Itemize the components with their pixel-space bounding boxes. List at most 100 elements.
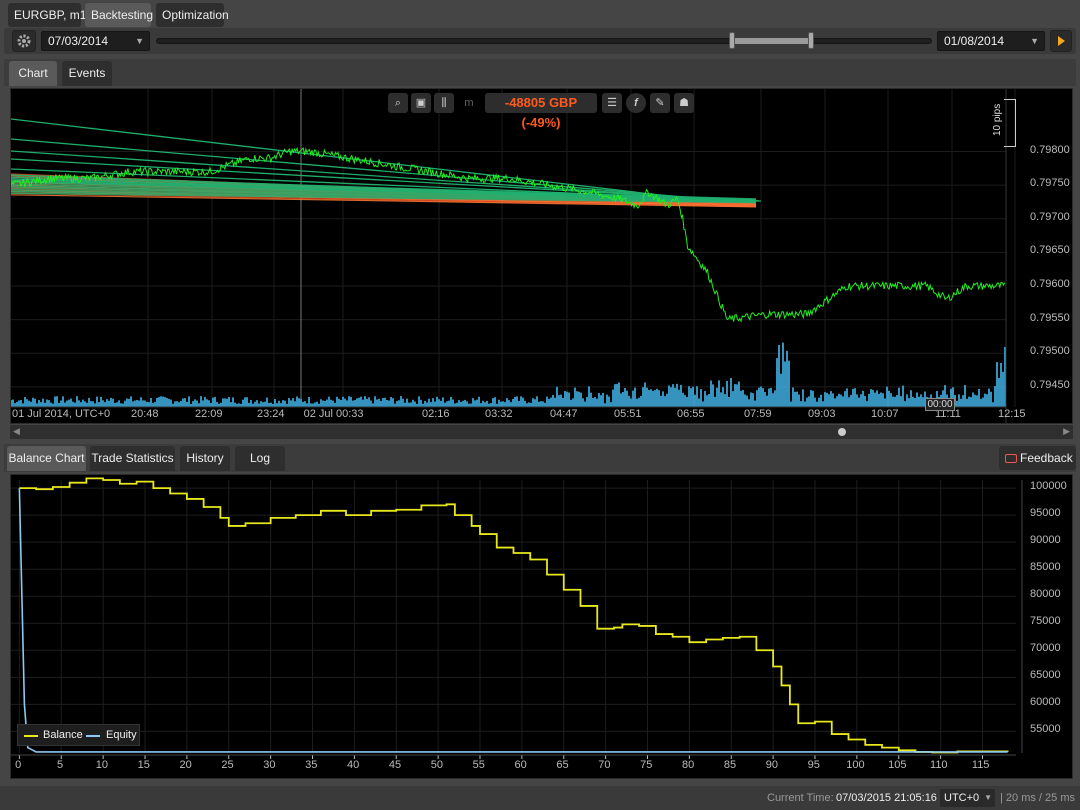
play-button[interactable]	[1050, 30, 1072, 52]
balance-xtick: 20	[179, 759, 192, 771]
balance-xtick: 90	[765, 759, 778, 771]
balance-xtick: 0	[15, 759, 22, 771]
tab-history[interactable]: History	[180, 446, 230, 471]
tab-eurgbp-m1[interactable]: EURGBP, m1	[8, 3, 86, 27]
price-xtick: 05:51	[614, 408, 642, 420]
balance-ytick: 60000	[1030, 696, 1061, 709]
price-xtick: 12:15	[998, 408, 1026, 420]
price-chart-svg[interactable]	[11, 89, 1072, 423]
balance-ytick: 70000	[1030, 642, 1061, 655]
range-handle-right[interactable]	[808, 32, 814, 49]
balance-chart-svg[interactable]	[11, 475, 1072, 778]
timing-text: | 20 ms / 25 ms	[1000, 792, 1075, 804]
balance-xtick: 45	[388, 759, 402, 771]
chart-type-button[interactable]: ⫼	[434, 93, 454, 113]
balance-xtick: 15	[137, 759, 150, 771]
scroll-left-icon[interactable]: ◀	[13, 426, 20, 437]
price-xtick: 09:03	[808, 408, 836, 420]
price-ytick: 0.79550	[1030, 311, 1070, 324]
scroll-right-icon[interactable]: ▶	[1063, 426, 1070, 437]
balance-xtick: 70	[598, 759, 611, 771]
tab-events[interactable]: Events	[62, 61, 112, 86]
balance-xtick: 105	[888, 759, 907, 771]
series-equity	[18, 488, 1008, 753]
zoom-button[interactable]: ⌕	[388, 93, 408, 113]
tab-log[interactable]: Log	[235, 446, 285, 471]
candlestick-icon: ⫼	[441, 97, 447, 109]
legend-equity-swatch	[86, 735, 100, 737]
tab-optimization[interactable]: Optimization	[156, 3, 229, 27]
chevron-down-icon: ▼	[135, 36, 144, 46]
price-xtick: 02:16	[422, 408, 450, 420]
price-xtick: 04:47	[550, 408, 578, 420]
balance-chart-panel[interactable]	[10, 474, 1073, 779]
list-icon: ☰	[607, 97, 617, 109]
balance-ytick: 55000	[1030, 723, 1061, 736]
drawing-button[interactable]: ✎	[650, 93, 670, 113]
balance-xtick: 110	[930, 759, 948, 771]
balance-ytick: 65000	[1030, 669, 1061, 682]
price-xtick: 01 Jul 2014, UTC+0	[12, 408, 111, 420]
balance-xtick: 5	[57, 759, 64, 771]
price-ytick: 0.79750	[1030, 177, 1070, 190]
current-time-value: 07/03/2015 21:05:16	[836, 792, 937, 804]
legend-balance-swatch	[24, 735, 38, 737]
feedback-button[interactable]: Feedback	[999, 446, 1076, 470]
period-icon: m	[464, 97, 474, 109]
start-date-select[interactable]: 07/03/2014 ▼	[41, 31, 150, 51]
price-ytick: 0.79450	[1030, 378, 1070, 391]
magnifier-icon: ⌕	[394, 97, 402, 109]
price-xtick: 20:48	[131, 408, 159, 420]
balance-legend: Balance Equity	[17, 724, 140, 746]
balance-xtick: 100	[846, 759, 865, 771]
range-handle-left[interactable]	[729, 32, 735, 49]
pips-label: 10 pips	[992, 103, 1003, 136]
balance-xtick: 35	[305, 759, 318, 771]
balance-xtick: 30	[263, 759, 276, 771]
balance-xtick: 95	[807, 759, 820, 771]
price-xtick: 23:24	[257, 408, 285, 420]
balance-xtick: 25	[221, 759, 234, 771]
robot-button[interactable]: ☗	[674, 93, 694, 113]
price-xtick: 22:09	[195, 408, 223, 420]
balance-xtick: 115	[971, 759, 990, 771]
price-chart-panel[interactable]	[10, 88, 1073, 424]
pips-scale	[1004, 99, 1016, 147]
tab-backtesting[interactable]: Backtesting	[85, 3, 153, 27]
date-range-track[interactable]	[156, 38, 932, 44]
scroll-thumb[interactable]	[838, 428, 846, 436]
balance-ytick: 85000	[1030, 561, 1061, 574]
chart-settings-button[interactable]: ▣	[411, 93, 431, 113]
series-balance	[19, 477, 1009, 754]
timezone-select[interactable]: UTC+0 ▼	[940, 789, 995, 807]
price-ytick: 0.79600	[1030, 277, 1070, 290]
balance-ytick: 80000	[1030, 588, 1061, 601]
end-date-select[interactable]: 01/08/2014 ▼	[937, 31, 1045, 51]
tab-trade-statistics[interactable]: Trade Statistics	[90, 446, 175, 471]
price-ytick: 0.79800	[1030, 143, 1070, 156]
balance-xtick: 80	[681, 759, 695, 771]
chevron-down-icon: ▼	[984, 793, 992, 802]
price-ytick: 0.79700	[1030, 210, 1070, 223]
chart-scrollbar[interactable]: ◀ ▶	[10, 425, 1073, 439]
tab-balance-chart[interactable]: Balance Chart	[7, 446, 86, 471]
balance-xtick: 40	[346, 759, 360, 771]
trade-list-button[interactable]: ☰	[602, 93, 622, 113]
period-button[interactable]: m	[459, 93, 479, 113]
balance-ytick: 95000	[1030, 507, 1061, 520]
balance-xtick: 50	[430, 759, 443, 771]
robot-icon: ☗	[679, 97, 689, 109]
tab-chart[interactable]: Chart	[9, 61, 57, 86]
indicator-button[interactable]: f	[626, 93, 646, 113]
current-time-label: Current Time:	[767, 792, 834, 804]
crosshair-time-label: 00:00	[925, 398, 955, 411]
date-range-selection	[732, 38, 812, 44]
price-xtick: 06:55	[677, 408, 705, 420]
chart-tabs-bar	[4, 59, 1076, 86]
play-icon	[1058, 36, 1065, 46]
price-xtick: 03:32	[485, 408, 513, 420]
settings-button[interactable]	[12, 30, 36, 52]
price-line	[11, 146, 1006, 323]
balance-xtick: 85	[723, 759, 737, 771]
balance-ytick: 100000	[1030, 480, 1067, 493]
